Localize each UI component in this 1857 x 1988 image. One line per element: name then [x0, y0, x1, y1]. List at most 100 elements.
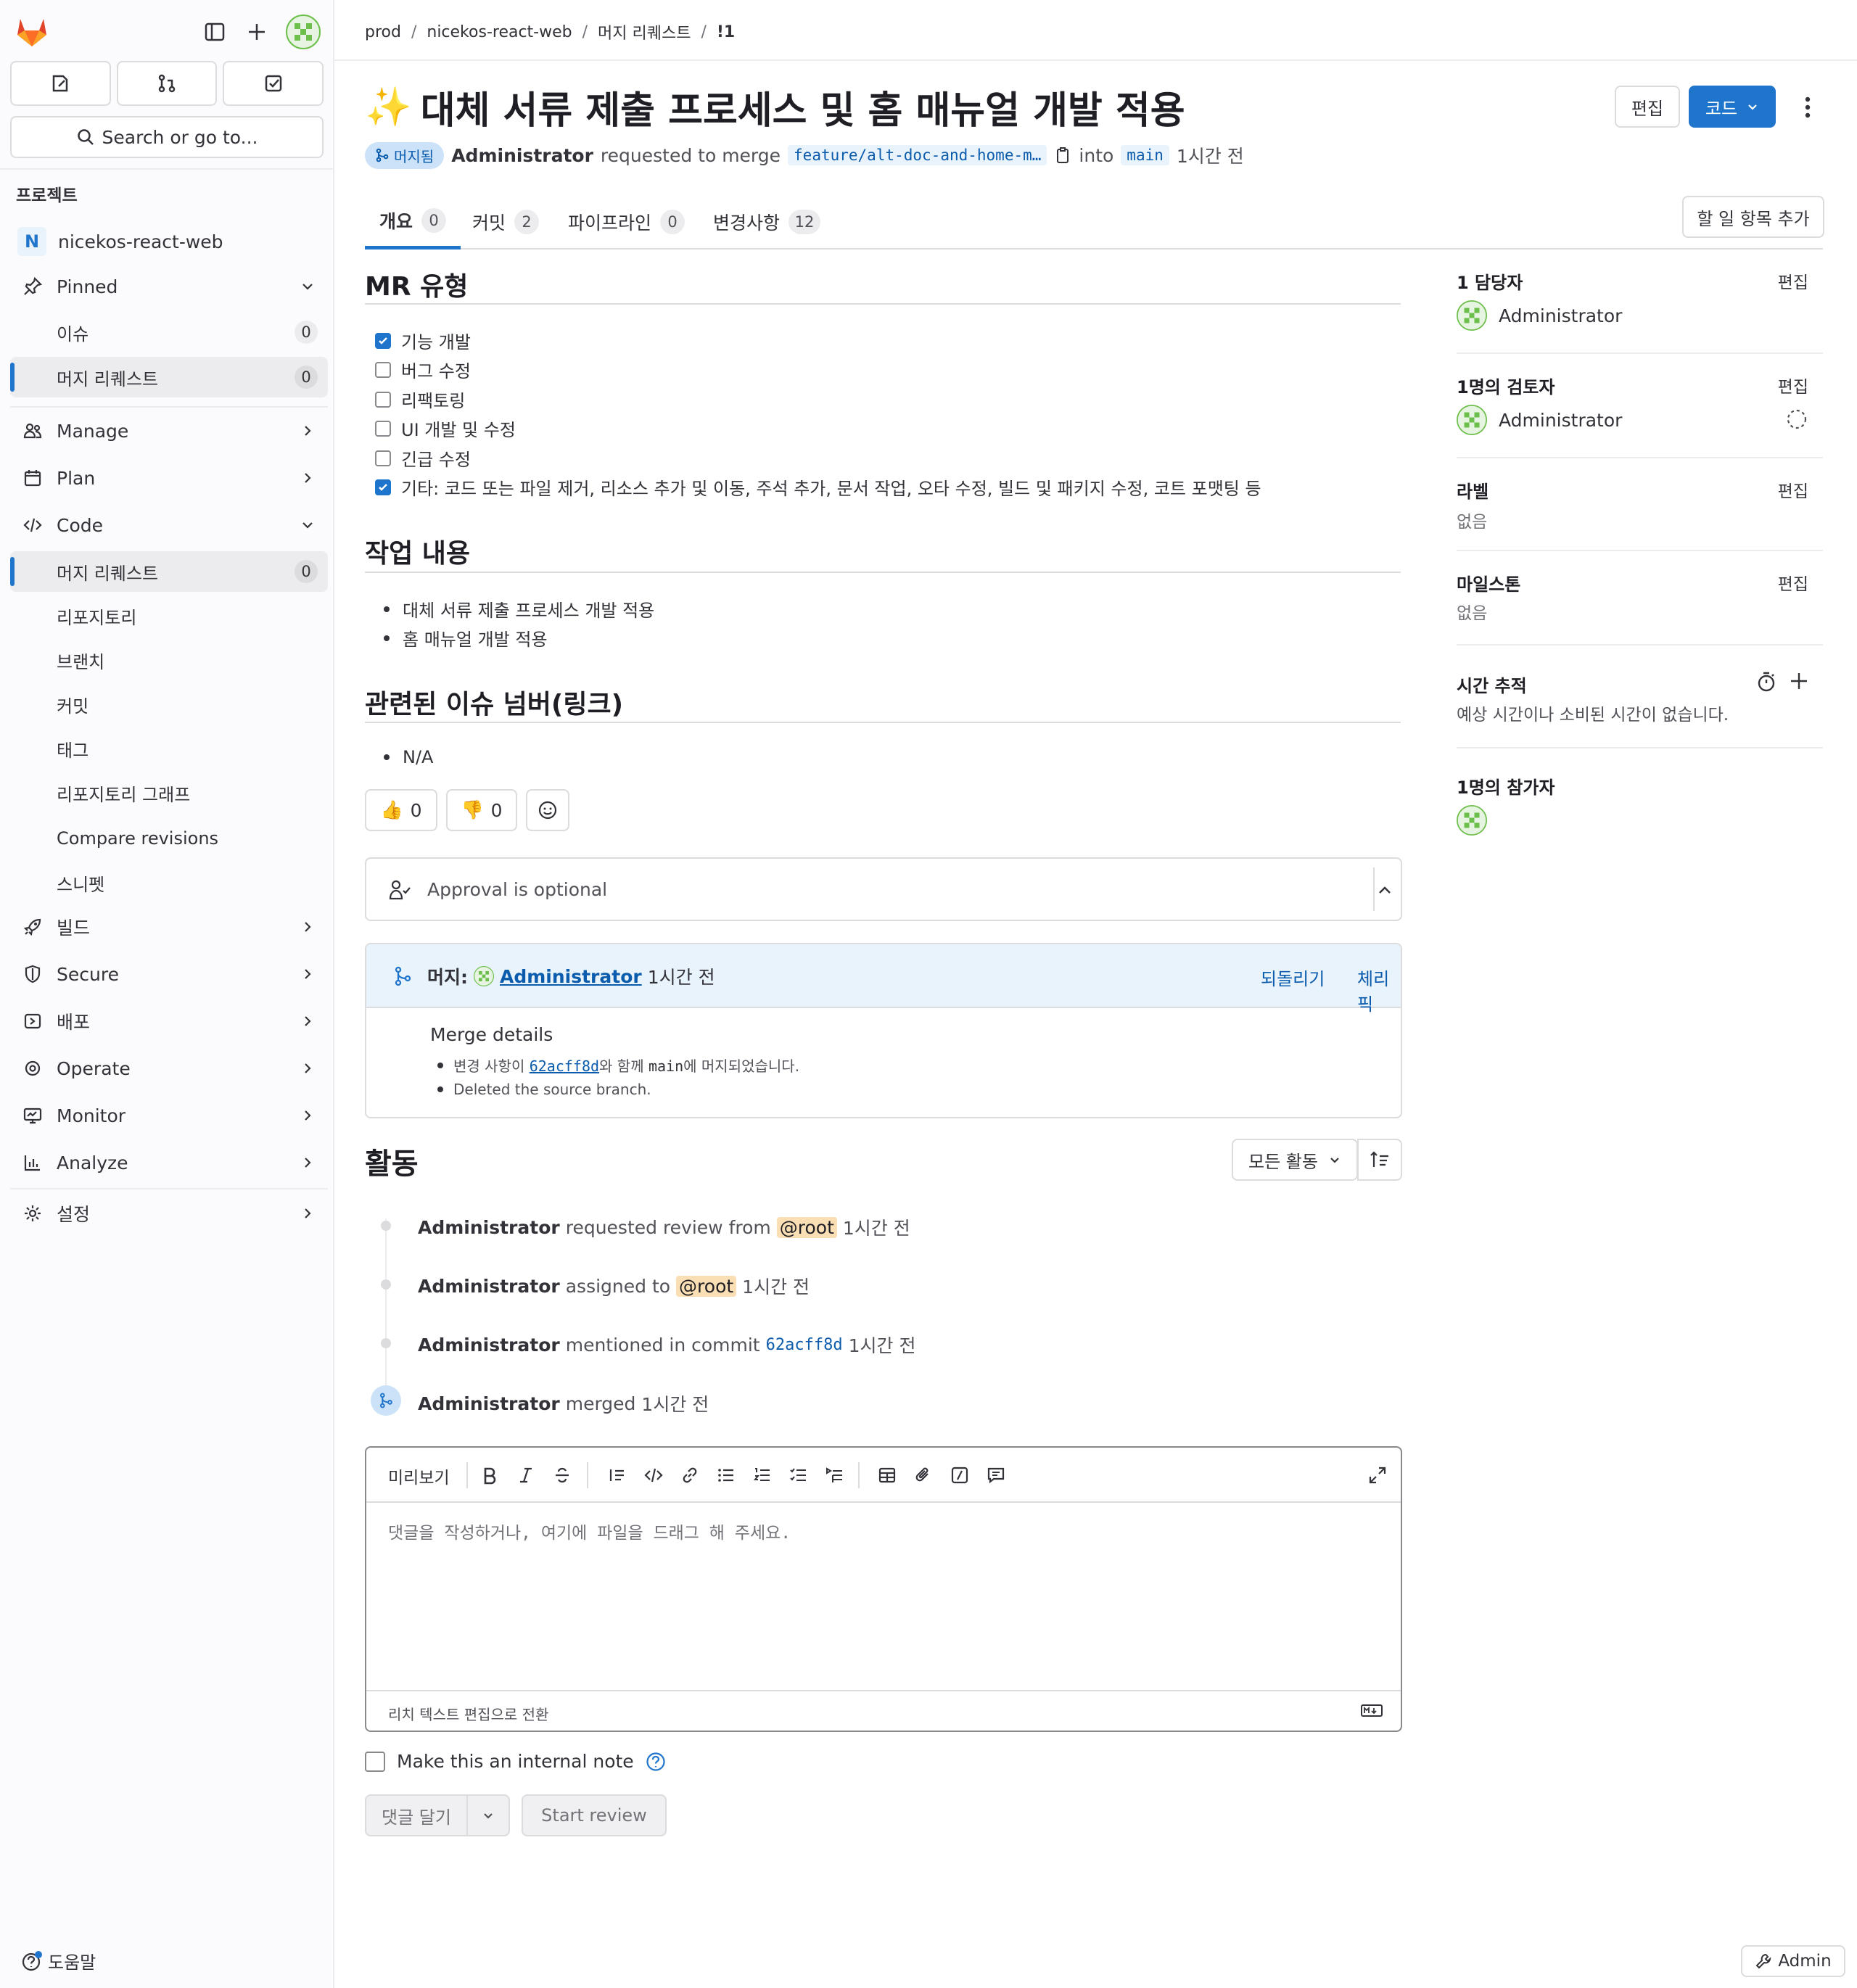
sidebar-item-build[interactable]: 빌드 [10, 907, 328, 947]
sidebar-project[interactable]: N nicekos-react-web [10, 221, 328, 262]
sidebar-item-plan[interactable]: Plan [10, 458, 328, 498]
search-button[interactable]: Search or go to... [10, 116, 324, 158]
attachment-icon[interactable] [912, 1464, 935, 1487]
sidebar-item-deploy[interactable]: 배포 [10, 1001, 328, 1042]
checkbox-item[interactable]: 긴급 수정 [375, 445, 471, 471]
assignee-user[interactable]: Administrator [1457, 300, 1622, 331]
sidebar-item-code[interactable]: Code [10, 505, 328, 545]
edit-button[interactable]: 편집 [1615, 86, 1680, 128]
slash-command-icon[interactable] [948, 1464, 971, 1487]
breadcrumb-item[interactable]: nicekos-react-web [427, 23, 572, 41]
tab-changes[interactable]: 변경사항 12 [713, 194, 821, 249]
commit-link[interactable]: 62acff8d [766, 1336, 843, 1354]
sidebar-item-operate[interactable]: Operate [10, 1048, 328, 1089]
activity-user[interactable]: Administrator [418, 1335, 560, 1356]
checkbox-unchecked[interactable] [375, 450, 391, 466]
todo-shortcut-icon[interactable] [223, 61, 324, 106]
more-actions-icon[interactable] [1793, 93, 1822, 122]
help-button[interactable]: 도움말 [20, 1948, 96, 1973]
sidebar-item-monitor[interactable]: Monitor [10, 1095, 328, 1136]
sidebar-item-merge-requests[interactable]: 머지 리퀘스트 0 [10, 551, 328, 592]
sidebar-item-snippets[interactable]: 스니펫 [10, 862, 328, 903]
quote-icon[interactable] [606, 1464, 629, 1487]
sidebar-item-commits[interactable]: 커밋 [10, 684, 328, 725]
checkbox-item[interactable]: UI 개발 및 수정 [375, 416, 516, 441]
sidebar-item-tags[interactable]: 태그 [10, 728, 328, 769]
merge-requests-shortcut-icon[interactable] [116, 61, 218, 106]
checkbox-item[interactable]: 버그 수정 [375, 357, 471, 382]
copy-icon[interactable] [1054, 146, 1071, 165]
activity-user[interactable]: Administrator [418, 1393, 560, 1414]
bullet-list-icon[interactable] [715, 1464, 738, 1487]
start-review-button[interactable]: Start review [522, 1794, 667, 1836]
breadcrumb-item[interactable]: 머지 리퀘스트 [598, 20, 691, 44]
chevron-up-icon[interactable] [1366, 872, 1404, 908]
plus-icon[interactable] [1788, 670, 1810, 692]
collapsible-section-icon[interactable] [823, 1464, 847, 1487]
user-mention[interactable]: @root [676, 1275, 737, 1297]
breadcrumb-item[interactable]: prod [365, 23, 401, 41]
stopwatch-icon[interactable] [1755, 670, 1778, 693]
revert-button[interactable]: 되돌리기 [1261, 965, 1325, 990]
thumbs-down-button[interactable]: 👎 0 [446, 789, 517, 831]
thumbs-up-button[interactable]: 👍 0 [365, 789, 437, 831]
tab-overview[interactable]: 개요 0 [365, 194, 461, 249]
sidebar-toggle-icon[interactable] [199, 16, 231, 48]
breadcrumb-item[interactable]: !1 [717, 23, 735, 41]
tab-commits[interactable]: 커밋 2 [472, 194, 540, 249]
comment-button[interactable]: 댓글 달기 [365, 1794, 468, 1836]
author-name[interactable]: Administrator [451, 145, 593, 166]
italic-icon[interactable] [514, 1464, 538, 1487]
code-dropdown-button[interactable]: 코드 [1689, 86, 1776, 128]
switch-rich-text-button[interactable]: 리치 텍스트 편집으로 전환 [388, 1703, 548, 1724]
reviewer-edit-button[interactable]: 편집 [1778, 373, 1808, 397]
sidebar-item-branches[interactable]: 브랜치 [10, 640, 328, 680]
activity-user[interactable]: Administrator [418, 1276, 560, 1297]
code-icon[interactable] [642, 1464, 665, 1487]
user-mention[interactable]: @root [776, 1216, 837, 1238]
comment-options-dropdown[interactable] [466, 1794, 510, 1836]
tab-pipelines[interactable]: 파이프라인 0 [568, 194, 685, 249]
strikethrough-icon[interactable] [551, 1464, 574, 1487]
internal-note-option[interactable]: Make this an internal note [365, 1751, 666, 1772]
checkbox-unchecked[interactable] [375, 391, 391, 408]
user-avatar[interactable] [286, 15, 321, 49]
sidebar-item-pinned[interactable]: Pinned [10, 266, 328, 307]
milestone-edit-button[interactable]: 편집 [1778, 570, 1808, 595]
checkbox-item[interactable]: 기능 개발 [375, 328, 471, 353]
checkbox-unchecked[interactable] [375, 361, 391, 378]
checkbox-checked-icon[interactable] [375, 332, 391, 349]
participant-avatar[interactable] [1457, 805, 1487, 836]
checkbox-item[interactable]: 기타: 코드 또는 파일 제거, 리소스 추가 및 이동, 주석 추가, 문서 … [375, 474, 1261, 500]
table-icon[interactable] [876, 1464, 899, 1487]
sidebar-item-settings[interactable]: 설정 [10, 1193, 328, 1234]
numbered-list-icon[interactable] [751, 1464, 774, 1487]
merge-user-link[interactable]: Administrator [500, 966, 642, 987]
add-reaction-button[interactable] [526, 789, 569, 831]
comment-textarea[interactable]: 댓글을 작성하거나, 여기에 파일을 드래그 해 주세요. [388, 1519, 791, 1543]
plus-icon[interactable] [241, 16, 273, 48]
admin-button[interactable]: Admin [1741, 1945, 1845, 1977]
bold-icon[interactable] [478, 1464, 501, 1487]
assignee-edit-button[interactable]: 편집 [1778, 268, 1808, 293]
sidebar-item-secure[interactable]: Secure [10, 954, 328, 994]
issues-shortcut-icon[interactable] [10, 61, 111, 106]
commit-link[interactable]: 62acff8d [530, 1057, 599, 1075]
checkbox-checked-icon[interactable] [375, 479, 391, 495]
task-list-icon[interactable] [787, 1464, 810, 1487]
checkbox-item[interactable]: 리팩토링 [375, 387, 465, 412]
comment-template-icon[interactable] [984, 1464, 1008, 1487]
sidebar-item-analyze[interactable]: Analyze [10, 1142, 328, 1183]
source-branch[interactable]: feature/alt-doc-and-home-m… [788, 145, 1047, 165]
activity-user[interactable]: Administrator [418, 1217, 560, 1238]
link-icon[interactable] [678, 1464, 701, 1487]
preview-button[interactable]: 미리보기 [388, 1464, 450, 1488]
cherry-pick-button[interactable]: 체리픽 [1357, 965, 1401, 1015]
gitlab-logo-icon[interactable] [15, 15, 49, 48]
reviewer-user[interactable]: Administrator [1457, 405, 1622, 435]
target-branch[interactable]: main [1121, 145, 1169, 165]
sidebar-item-repository-graph[interactable]: 리포지토리 그래프 [10, 772, 328, 813]
sidebar-item-issues[interactable]: 이슈 0 [10, 312, 328, 352]
sidebar-item-merge-requests-pinned[interactable]: 머지 리퀘스트 0 [10, 357, 328, 397]
add-todo-button[interactable]: 할 일 항목 추가 [1682, 196, 1824, 238]
